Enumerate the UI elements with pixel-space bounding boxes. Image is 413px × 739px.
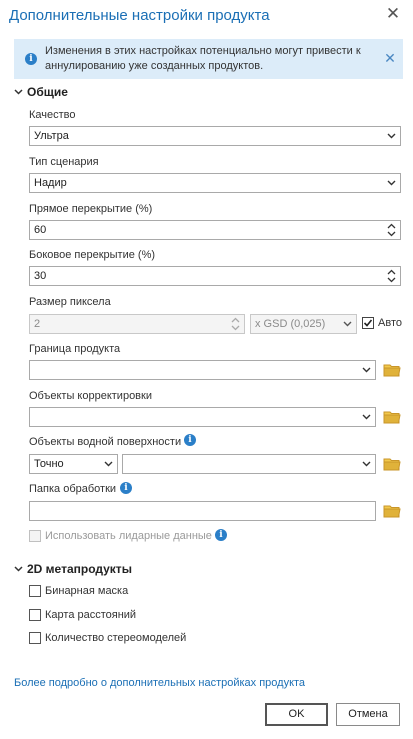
info-icon[interactable]: i bbox=[120, 482, 132, 494]
scenario-type-value: Надир bbox=[34, 177, 67, 189]
water-features-label: Объекты водной поверхности bbox=[29, 436, 182, 448]
info-icon[interactable]: i bbox=[184, 434, 196, 446]
product-boundary-label: Граница продукта bbox=[29, 343, 121, 355]
chevron-down-icon bbox=[387, 133, 396, 139]
use-lidar-label: Использовать лидарные данные bbox=[45, 530, 212, 542]
binary-mask-checkbox[interactable] bbox=[29, 585, 41, 597]
side-overlap-value: 30 bbox=[34, 270, 47, 282]
chevron-down-icon bbox=[14, 89, 23, 95]
pixel-size-label: Размер пиксела bbox=[29, 296, 111, 308]
correction-features-label: Объекты корректировки bbox=[29, 390, 152, 402]
section-2d-products-label: 2D метапродукты bbox=[27, 562, 132, 576]
chevron-down-icon bbox=[387, 180, 396, 186]
pixel-size-input: 2 bbox=[29, 314, 245, 334]
section-general-label: Общие bbox=[27, 85, 68, 99]
side-overlap-input[interactable]: 30 bbox=[29, 266, 401, 286]
info-icon: i bbox=[25, 53, 37, 65]
quality-value: Ультра bbox=[34, 130, 69, 142]
chevron-down-icon bbox=[362, 367, 371, 373]
pixel-size-unit-value: x GSD (0,025) bbox=[255, 318, 326, 330]
chevron-down-icon bbox=[362, 414, 371, 420]
product-boundary-select[interactable] bbox=[29, 360, 376, 380]
info-bar: i Изменения в этих настройках потенциаль… bbox=[14, 39, 403, 79]
scenario-type-label: Тип сценария bbox=[29, 156, 99, 168]
correction-features-select[interactable] bbox=[29, 407, 376, 427]
cancel-button[interactable]: Отмена bbox=[336, 703, 400, 726]
info-bar-close-icon[interactable]: ✕ bbox=[383, 51, 397, 65]
chevron-down-icon bbox=[14, 566, 23, 572]
use-lidar-checkbox bbox=[29, 530, 41, 542]
checkmark-icon bbox=[363, 319, 373, 327]
scenario-type-select[interactable]: Надир bbox=[29, 173, 401, 193]
help-link[interactable]: Более подробно о дополнительных настройк… bbox=[14, 677, 305, 689]
spinner-icon[interactable] bbox=[387, 268, 396, 284]
auto-checkbox-label: Авто bbox=[378, 317, 402, 329]
pixel-size-unit-select: x GSD (0,025) bbox=[250, 314, 357, 334]
info-bar-text: Изменения в этих настройках потенциально… bbox=[45, 45, 361, 72]
chevron-down-icon bbox=[104, 461, 113, 467]
auto-checkbox[interactable] bbox=[362, 317, 374, 329]
side-overlap-label: Боковое перекрытие (%) bbox=[29, 249, 156, 261]
dialog-title: Дополнительные настройки продукта bbox=[9, 7, 270, 24]
forward-overlap-value: 60 bbox=[34, 224, 47, 236]
folder-icon[interactable] bbox=[383, 363, 401, 377]
spinner-icon bbox=[231, 317, 240, 331]
folder-icon[interactable] bbox=[383, 457, 401, 471]
stereo-model-count-label: Количество стереомоделей bbox=[45, 632, 187, 644]
close-icon[interactable]: ✕ bbox=[384, 5, 402, 23]
chevron-down-icon bbox=[362, 461, 371, 467]
binary-mask-label: Бинарная маска bbox=[45, 585, 129, 597]
info-icon[interactable]: i bbox=[215, 529, 227, 541]
pixel-size-value: 2 bbox=[34, 318, 41, 330]
quality-select[interactable]: Ультра bbox=[29, 126, 401, 146]
chevron-down-icon bbox=[343, 321, 352, 327]
distance-map-checkbox[interactable] bbox=[29, 609, 41, 621]
section-general[interactable]: Общие bbox=[14, 85, 68, 99]
processing-folder-input[interactable] bbox=[29, 501, 376, 521]
forward-overlap-label: Прямое перекрытие (%) bbox=[29, 203, 153, 215]
forward-overlap-input[interactable]: 60 bbox=[29, 220, 401, 240]
water-features-select[interactable] bbox=[122, 454, 376, 474]
ok-button[interactable]: OK bbox=[265, 703, 328, 726]
folder-icon[interactable] bbox=[383, 504, 401, 518]
processing-folder-label: Папка обработки bbox=[29, 483, 117, 495]
stereo-model-count-checkbox[interactable] bbox=[29, 632, 41, 644]
spinner-icon[interactable] bbox=[387, 222, 396, 238]
water-features-mode-select[interactable]: Точно bbox=[29, 454, 118, 474]
folder-icon[interactable] bbox=[383, 410, 401, 424]
water-features-mode-value: Точно bbox=[34, 458, 64, 470]
distance-map-label: Карта расстояний bbox=[45, 609, 137, 621]
quality-label: Качество bbox=[29, 109, 76, 121]
section-2d-products[interactable]: 2D метапродукты bbox=[14, 562, 132, 576]
